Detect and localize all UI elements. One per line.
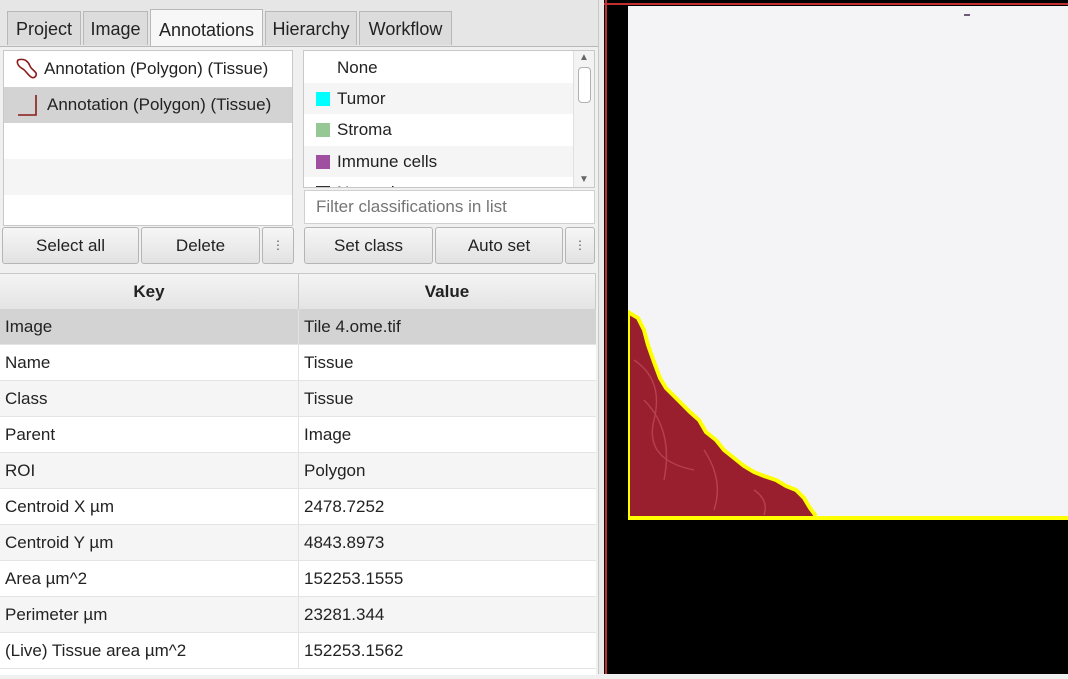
row-value: Tissue	[304, 389, 354, 408]
table-row[interactable]: Centroid Y µm 4843.8973	[0, 525, 596, 561]
row-value: 152253.1562	[304, 641, 404, 660]
class-label: None	[337, 58, 378, 77]
cell-divider	[298, 597, 299, 633]
polygon-annotation-icon	[18, 95, 37, 116]
cell-divider	[298, 633, 299, 669]
row-value: 23281.344	[304, 605, 385, 624]
row-key: Class	[5, 389, 48, 408]
row-key: Perimeter µm	[5, 605, 108, 624]
row-value: Polygon	[304, 461, 366, 480]
row-key: ROI	[5, 461, 36, 480]
tab-content-border	[0, 46, 598, 47]
measurement-table: Key Value Image Tile 4.ome.tif Name Tiss…	[0, 273, 596, 675]
tab-image[interactable]: Image	[83, 11, 148, 45]
row-key: Area µm^2	[5, 569, 88, 588]
annotation-list-empty-row	[4, 123, 292, 159]
class-more-button[interactable]: ⋮	[565, 227, 595, 264]
annotation-list[interactable]: Annotation (Polygon) (Tissue) Annotation…	[3, 50, 293, 226]
row-value: Image	[304, 425, 352, 444]
table-header: Key Value	[0, 274, 596, 310]
annotation-more-button[interactable]: ⋮	[262, 227, 294, 264]
table-row[interactable]: ROI Polygon	[0, 453, 596, 489]
annotation-list-empty-row	[4, 195, 292, 225]
cell-divider	[298, 561, 299, 597]
class-item-none[interactable]: None	[304, 52, 574, 83]
annotation-label: Annotation (Polygon) (Tissue)	[44, 59, 269, 78]
class-item-stroma[interactable]: Stroma	[304, 114, 574, 145]
scroll-up-icon[interactable]: ▲	[578, 53, 590, 63]
select-all-button[interactable]: Select all	[2, 227, 139, 264]
class-filter-input[interactable]	[304, 190, 595, 224]
annotation-list-item[interactable]: Annotation (Polygon) (Tissue)	[4, 51, 292, 87]
debris-speck	[964, 14, 970, 16]
class-item-immune-cells[interactable]: Immune cells	[304, 146, 574, 177]
auto-set-button[interactable]: Auto set	[435, 227, 563, 264]
row-value: 2478.7252	[304, 497, 385, 516]
class-label: Necrosis	[337, 177, 403, 187]
class-item-tumor[interactable]: Tumor	[304, 83, 574, 114]
row-value: Tile 4.ome.tif	[304, 317, 401, 336]
tab-annotations[interactable]: Annotations	[150, 9, 263, 47]
table-row[interactable]: Class Tissue	[0, 381, 596, 417]
class-label: Immune cells	[337, 152, 438, 171]
table-row[interactable]: (Live) Tissue area µm^2 152253.1562	[0, 633, 596, 669]
row-key: Name	[5, 353, 51, 372]
class-color-swatch	[316, 186, 330, 187]
class-list-scrollbar[interactable]: ▲ ▼	[573, 51, 594, 187]
annotation-label: Annotation (Polygon) (Tissue)	[47, 95, 272, 114]
row-key: Parent	[5, 425, 56, 444]
class-item-necrosis[interactable]: Necrosis	[304, 177, 574, 187]
cell-divider	[298, 345, 299, 381]
class-label: Tumor	[337, 89, 386, 108]
column-header-key[interactable]: Key	[0, 274, 299, 309]
row-value: Tissue	[304, 353, 354, 372]
image-left-padding	[608, 6, 628, 674]
cell-divider	[298, 381, 299, 417]
image-viewer[interactable]	[604, 0, 1068, 674]
row-key: Image	[5, 317, 53, 336]
column-header-value[interactable]: Value	[299, 274, 596, 309]
row-value: 4843.8973	[304, 533, 385, 552]
row-key: Centroid X µm	[5, 497, 114, 516]
table-row[interactable]: Parent Image	[0, 417, 596, 453]
tab-hierarchy[interactable]: Hierarchy	[265, 11, 357, 45]
cell-divider	[298, 417, 299, 453]
classification-list[interactable]: None Tumor Stroma Immune cells Necrosis …	[303, 50, 595, 188]
cell-divider	[298, 453, 299, 489]
table-row[interactable]: Image Tile 4.ome.tif	[0, 309, 596, 345]
tab-workflow[interactable]: Workflow	[359, 11, 452, 45]
row-key: Centroid Y µm	[5, 533, 114, 552]
scroll-down-icon[interactable]: ▼	[578, 175, 590, 185]
class-color-swatch	[316, 155, 330, 169]
row-value: 152253.1555	[304, 569, 404, 588]
set-class-button[interactable]: Set class	[304, 227, 433, 264]
slide-canvas[interactable]	[604, 0, 1068, 674]
annotation-list-empty-row	[4, 159, 292, 195]
tab-bar: Project Image Annotations Hierarchy Work…	[0, 0, 598, 47]
cell-divider	[298, 525, 299, 561]
annotation-list-item[interactable]: Annotation (Polygon) (Tissue)	[4, 87, 292, 123]
cell-divider	[298, 489, 299, 525]
class-color-swatch	[316, 92, 330, 106]
table-row[interactable]: Name Tissue	[0, 345, 596, 381]
polygon-annotation-icon	[16, 58, 37, 79]
pane-splitter[interactable]	[297, 50, 301, 266]
table-row[interactable]: Centroid X µm 2478.7252	[0, 489, 596, 525]
scroll-thumb[interactable]	[578, 67, 591, 103]
cell-divider	[298, 309, 299, 345]
delete-button[interactable]: Delete	[141, 227, 260, 264]
tab-project[interactable]: Project	[7, 11, 81, 45]
row-key: (Live) Tissue area µm^2	[5, 641, 187, 660]
table-row[interactable]: Perimeter µm 23281.344	[0, 597, 596, 633]
class-color-swatch	[316, 123, 330, 137]
left-panel: Project Image Annotations Hierarchy Work…	[0, 0, 598, 675]
class-label: Stroma	[337, 120, 392, 139]
table-row[interactable]: Area µm^2 152253.1555	[0, 561, 596, 597]
